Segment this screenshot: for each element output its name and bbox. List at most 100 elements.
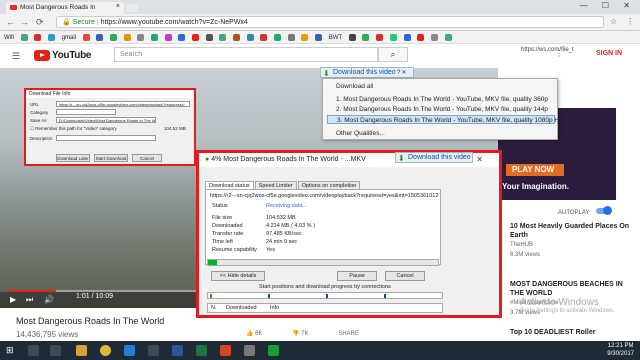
bookmark-bwt[interactable]: BWT: [329, 35, 342, 41]
bookmark-icon[interactable]: [417, 34, 425, 41]
menu-item-quality[interactable]: 2. Most Dangerous Roads In The World - Y…: [327, 105, 555, 114]
bookmark-icon[interactable]: [96, 34, 104, 41]
bookmark-icon[interactable]: [376, 34, 384, 41]
menu-item-download-all[interactable]: Download all: [327, 82, 555, 91]
autoplay-toggle[interactable]: [596, 206, 612, 215]
secure-label: Secure: [72, 19, 95, 26]
app-icon[interactable]: [244, 345, 255, 356]
tab-close-icon[interactable]: ×: [116, 3, 120, 10]
bookmark-icon[interactable]: [233, 34, 241, 41]
bookmark-wifi[interactable]: Wifi: [4, 35, 14, 41]
star-icon[interactable]: ☆: [610, 17, 617, 26]
bookmark-icon[interactable]: [20, 34, 28, 41]
url-field[interactable]: https://r---sn-cjq2wos-cf5e.googlevideo.…: [56, 101, 190, 107]
bookmark-icon[interactable]: [34, 34, 42, 41]
play-icon[interactable]: ▶: [10, 295, 16, 304]
like-button[interactable]: 👍 6K: [246, 331, 276, 337]
share-button[interactable]: SHARE: [338, 331, 359, 337]
app-icon[interactable]: [148, 345, 159, 356]
address-bar[interactable]: 🔒 Secure | https://www.youtube.com/watch…: [56, 16, 604, 28]
excel-icon[interactable]: [196, 345, 207, 356]
hide-details-button[interactable]: << Hide details: [211, 271, 265, 281]
bookmark-icon[interactable]: [48, 34, 56, 41]
start-icon[interactable]: ⊞: [6, 345, 17, 356]
reload-button[interactable]: ⟳: [36, 17, 44, 28]
window-controls[interactable]: — ☐ ✕: [580, 1, 636, 10]
description-field[interactable]: [56, 135, 156, 141]
next-icon[interactable]: ⏭: [26, 295, 33, 305]
chrome-icon[interactable]: [100, 345, 111, 356]
taskview-icon[interactable]: [50, 345, 61, 356]
bookmark-icon[interactable]: [151, 34, 159, 41]
time-left-key: Time left: [212, 239, 233, 245]
bookmark-icon[interactable]: [403, 34, 411, 41]
bookmark-gmail[interactable]: gmail: [62, 35, 76, 41]
saveas-label: Save As: [30, 118, 47, 123]
word-icon[interactable]: [172, 345, 183, 356]
powerpoint-icon[interactable]: [220, 345, 231, 356]
related-video[interactable]: 10 Most Heavily Guarded Places On Earth …: [510, 222, 630, 260]
bookmark-icon[interactable]: [205, 34, 213, 41]
bookmark-icon[interactable]: [219, 34, 227, 41]
bookmark-icon[interactable]: [430, 34, 438, 41]
menu-item-other-qualities[interactable]: Other Qualities...: [327, 129, 555, 138]
category-select[interactable]: [56, 109, 116, 115]
bookmark-icon[interactable]: [123, 34, 131, 41]
bookmark-icon[interactable]: [274, 34, 282, 41]
resume-key: Resume capability: [212, 247, 257, 253]
forward-button[interactable]: →: [20, 17, 29, 27]
bookmark-icon[interactable]: [362, 34, 370, 41]
download-progress-fill: [208, 260, 218, 265]
column-n: N.: [211, 305, 217, 311]
bookmark-icon[interactable]: [137, 34, 145, 41]
bookmark-icon[interactable]: [348, 34, 356, 41]
apps-icon[interactable]: ⋮: [555, 49, 563, 58]
bookmark-icon[interactable]: [164, 34, 172, 41]
help-close-icon[interactable]: ?✕: [397, 69, 411, 77]
search-input[interactable]: Search: [114, 47, 378, 62]
explorer-icon[interactable]: [76, 345, 87, 356]
download-video-button[interactable]: ⬇ Download this video ?✕: [320, 67, 414, 78]
signin-button[interactable]: SIGN IN: [596, 50, 622, 57]
youtube-logo-icon[interactable]: [34, 50, 50, 61]
search-button[interactable]: ⌕: [378, 47, 408, 62]
search-icon[interactable]: [28, 345, 39, 356]
new-tab-button[interactable]: [126, 4, 138, 12]
dislike-button[interactable]: 👎 7K: [292, 331, 322, 337]
volume-icon[interactable]: 🔊: [44, 295, 54, 304]
idm-icon[interactable]: [268, 345, 279, 356]
bookmark-icon[interactable]: [246, 34, 254, 41]
taskbar: ⊞: [0, 341, 640, 360]
remember-checkbox[interactable]: ☐ Remember this path for "Video" categor…: [30, 126, 117, 132]
hamburger-menu-icon[interactable]: ☰: [12, 51, 20, 62]
bookmark-icon[interactable]: [82, 34, 90, 41]
system-clock[interactable]: 12:21 PM 9/30/2017: [607, 342, 634, 358]
download-video-button[interactable]: ⬇ Download this video: [395, 152, 473, 163]
bookmarks-bar: Wifi gmail BWT: [0, 31, 640, 44]
bookmark-icon[interactable]: [315, 34, 323, 41]
bookmark-icon[interactable]: [260, 34, 268, 41]
bookmark-icon[interactable]: [110, 34, 118, 41]
ad-play-button[interactable]: PLAY NOW: [506, 164, 564, 176]
bookmark-icon[interactable]: [178, 34, 186, 41]
youtube-logo-text[interactable]: YouTube: [52, 50, 92, 61]
menu-icon[interactable]: ⋮: [626, 17, 634, 26]
pause-button[interactable]: Pause: [337, 271, 377, 281]
back-button[interactable]: ←: [6, 17, 15, 27]
cancel-button[interactable]: Cancel: [385, 271, 425, 281]
app-icon[interactable]: [124, 345, 135, 356]
menu-item-quality[interactable]: 1. Most Dangerous Roads In The World - Y…: [327, 95, 555, 104]
bookmark-icon[interactable]: [444, 34, 452, 41]
cancel-button[interactable]: Cancel: [132, 154, 162, 162]
related-video[interactable]: Top 10 DEADLIEST Roller: [510, 328, 630, 337]
saveas-field[interactable]: D:\Downloads\Video\Most Dangerous Roads …: [56, 117, 156, 123]
bookmark-icon[interactable]: [389, 34, 397, 41]
start-download-button[interactable]: Start Download: [94, 154, 128, 162]
bookmark-icon[interactable]: [192, 34, 200, 41]
menu-item-quality[interactable]: 3. Most Dangerous Roads In The World - Y…: [327, 115, 564, 124]
bookmark-icon[interactable]: [301, 34, 309, 41]
browser-tab[interactable]: Most Dangerous Roads In ×: [6, 2, 124, 14]
bookmark-icon[interactable]: [287, 34, 295, 41]
download-later-button[interactable]: Download Later: [56, 154, 90, 162]
remember-label: Remember this path for "Video" category: [35, 126, 117, 131]
